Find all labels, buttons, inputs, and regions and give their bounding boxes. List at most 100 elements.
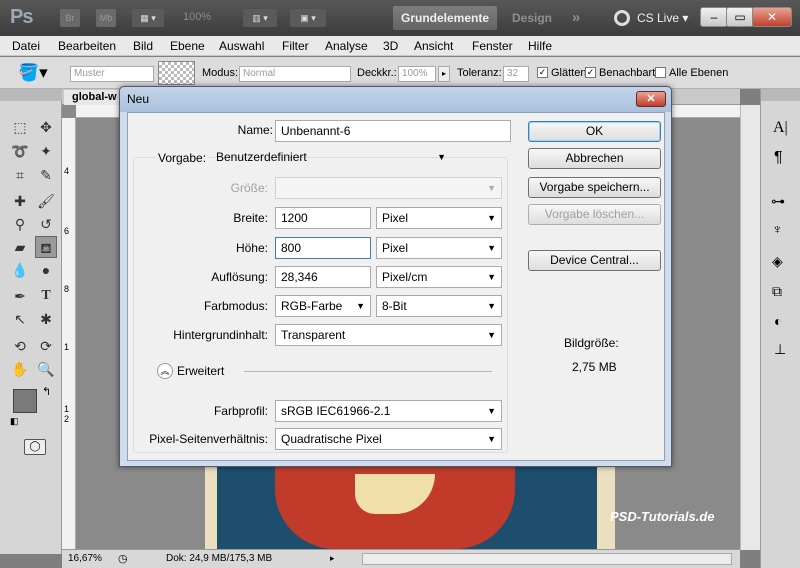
status-bar: 16,67% ◷ Dok: 24,9 MB/175,3 MB ▸: [62, 549, 740, 568]
crop-tool-icon[interactable]: ⌗: [9, 164, 31, 186]
alle-ebenen-checkbox[interactable]: [655, 67, 666, 78]
styles-panel-icon[interactable]: ◐: [774, 313, 782, 329]
default-colors-icon[interactable]: ◧: [10, 416, 19, 427]
farbprofil-select[interactable]: sRGB IEC61966-2.1 ▼: [275, 400, 502, 422]
paint-bucket-tool-icon[interactable]: ⛾: [35, 236, 57, 258]
dialog-close-button[interactable]: ✕: [636, 91, 666, 107]
workspace-grundelemente[interactable]: Grundelemente: [393, 6, 497, 30]
pixel-seitenverhaeltnis-select[interactable]: Quadratische Pixel ▼: [275, 428, 502, 450]
menu-analyse[interactable]: Analyse: [325, 39, 368, 53]
brush-tool-icon[interactable]: 🖌: [35, 190, 57, 212]
workspace-design[interactable]: Design: [505, 6, 559, 30]
character-panel-icon[interactable]: A|: [773, 119, 788, 137]
breite-unit-select[interactable]: Pixel ▼: [376, 207, 502, 229]
fill-source-select[interactable]: Muster: [70, 66, 154, 82]
name-input[interactable]: Unbenannt-6: [275, 120, 511, 142]
zoom-tool-icon[interactable]: 🔍: [35, 358, 57, 380]
chevron-down-icon: ▼: [487, 183, 496, 193]
marquee-tool-icon[interactable]: ⬚: [9, 116, 31, 138]
zoom-readout[interactable]: 16,67%: [68, 553, 102, 564]
vorgabe-select[interactable]: Benutzerdefiniert ▼: [211, 147, 451, 169]
restore-button[interactable]: ▭: [726, 7, 754, 27]
eraser-tool-icon[interactable]: ▰: [9, 236, 31, 258]
menu-auswahl[interactable]: Auswahl: [219, 39, 264, 53]
dodge-tool-icon[interactable]: ●: [35, 259, 57, 281]
view-extras-icon[interactable]: ▦ ▾: [132, 9, 164, 27]
history-brush-tool-icon[interactable]: ↺: [35, 213, 57, 235]
menu-fenster[interactable]: Fenster: [472, 39, 513, 53]
pixel-seitenverhaeltnis-label: Pixel-Seitenverhältnis:: [149, 432, 268, 446]
path-selection-tool-icon[interactable]: ↖: [9, 308, 31, 330]
clone-source-panel-icon[interactable]: ⊥: [774, 341, 786, 358]
3d-rotate-tool-icon[interactable]: ⟲: [9, 335, 31, 357]
horizontal-scrollbar[interactable]: [362, 553, 732, 565]
eyedropper-tool-icon[interactable]: ✎: [35, 164, 57, 186]
menu-3d[interactable]: 3D: [383, 39, 398, 53]
close-button[interactable]: ✕: [752, 7, 792, 27]
ok-button[interactable]: OK: [528, 121, 661, 142]
paint-bucket-icon[interactable]: 🪣▾: [18, 63, 48, 83]
vertical-ruler: 4 6 8 1 1 2: [62, 118, 76, 550]
erweitert-toggle-icon[interactable]: ︽: [157, 363, 173, 379]
deckkraft-input[interactable]: 100%: [398, 66, 436, 82]
device-central-button[interactable]: Device Central...: [528, 250, 661, 271]
farbmodus-select[interactable]: RGB-Farbe ▼: [275, 295, 371, 317]
vertical-scrollbar[interactable]: [740, 105, 760, 550]
document-tab[interactable]: global-w: [64, 90, 124, 105]
menu-hilfe[interactable]: Hilfe: [528, 39, 552, 53]
3d-orbit-tool-icon[interactable]: ⟳: [35, 335, 57, 357]
layers-panel-icon[interactable]: ◈: [772, 253, 783, 270]
aufloesung-unit-select[interactable]: Pixel/cm ▼: [376, 266, 502, 288]
adjustments-panel-icon[interactable]: ⊶: [771, 193, 785, 210]
status-info-icon[interactable]: ◷: [118, 552, 128, 565]
masks-panel-icon[interactable]: ⧉: [772, 283, 782, 300]
menu-filter[interactable]: Filter: [282, 39, 309, 53]
deckkraft-dropdown-icon[interactable]: ▸: [438, 66, 450, 82]
modus-select[interactable]: Normal: [239, 66, 351, 82]
minibridge-icon[interactable]: Mb: [96, 9, 116, 27]
pattern-picker[interactable]: [158, 61, 195, 85]
farbtiefe-select[interactable]: 8-Bit ▼: [376, 295, 502, 317]
menu-ebene[interactable]: Ebene: [170, 39, 205, 53]
menu-bearbeiten[interactable]: Bearbeiten: [58, 39, 116, 53]
hand-tool-icon[interactable]: ✋: [9, 358, 31, 380]
magic-wand-tool-icon[interactable]: ✦: [35, 140, 57, 162]
bridge-icon[interactable]: Br: [60, 9, 80, 27]
move-tool-icon[interactable]: ✥: [35, 116, 57, 138]
more-workspaces-icon[interactable]: »: [566, 6, 586, 30]
quick-mask-icon[interactable]: ◯: [24, 439, 46, 455]
erweitert-label[interactable]: Erweitert: [177, 364, 224, 378]
paragraph-panel-icon[interactable]: ¶: [774, 149, 783, 167]
aufloesung-input[interactable]: 28,346: [275, 266, 371, 288]
hoehe-input[interactable]: 800: [275, 237, 371, 259]
foreground-color-swatch[interactable]: [13, 389, 37, 413]
glaetten-checkbox[interactable]: ✓: [537, 67, 548, 78]
toleranz-label: Toleranz:: [457, 67, 502, 79]
menu-ansicht[interactable]: Ansicht: [414, 39, 453, 53]
custom-shape-tool-icon[interactable]: ✱: [35, 308, 57, 330]
healing-brush-tool-icon[interactable]: ✚: [9, 190, 31, 212]
screen-mode-icon[interactable]: ▣ ▾: [290, 9, 326, 27]
clone-stamp-tool-icon[interactable]: ⚲: [9, 213, 31, 235]
toleranz-input[interactable]: 32: [503, 66, 529, 82]
vorgabe-speichern-button[interactable]: Vorgabe speichern...: [528, 177, 661, 198]
hintergrund-select[interactable]: Transparent ▼: [275, 324, 502, 346]
arrange-documents-icon[interactable]: ▥ ▾: [243, 9, 277, 27]
lasso-tool-icon[interactable]: ➰: [9, 140, 31, 162]
status-menu-arrow-icon[interactable]: ▸: [330, 553, 335, 564]
zoom-level[interactable]: 100%: [183, 11, 211, 23]
type-tool-icon[interactable]: T: [35, 285, 57, 307]
abbrechen-button[interactable]: Abbrechen: [528, 148, 661, 169]
blur-tool-icon[interactable]: 💧: [9, 259, 31, 281]
paths-panel-icon[interactable]: ♆: [772, 221, 783, 237]
minimize-button[interactable]: –: [700, 7, 728, 27]
swap-colors-icon[interactable]: ↰: [42, 385, 51, 398]
menu-datei[interactable]: Datei: [12, 39, 40, 53]
breite-input[interactable]: 1200: [275, 207, 371, 229]
menu-bild[interactable]: Bild: [133, 39, 153, 53]
pen-tool-icon[interactable]: ✒: [9, 285, 31, 307]
hoehe-unit-select[interactable]: Pixel ▼: [376, 237, 502, 259]
cslive-menu[interactable]: CS Live ▾: [637, 11, 688, 25]
benachbart-checkbox[interactable]: ✓: [585, 67, 596, 78]
application-bar: Ps Br Mb ▦ ▾ 100% ▥ ▾ ▣ ▾ Grundelemente …: [0, 0, 800, 36]
